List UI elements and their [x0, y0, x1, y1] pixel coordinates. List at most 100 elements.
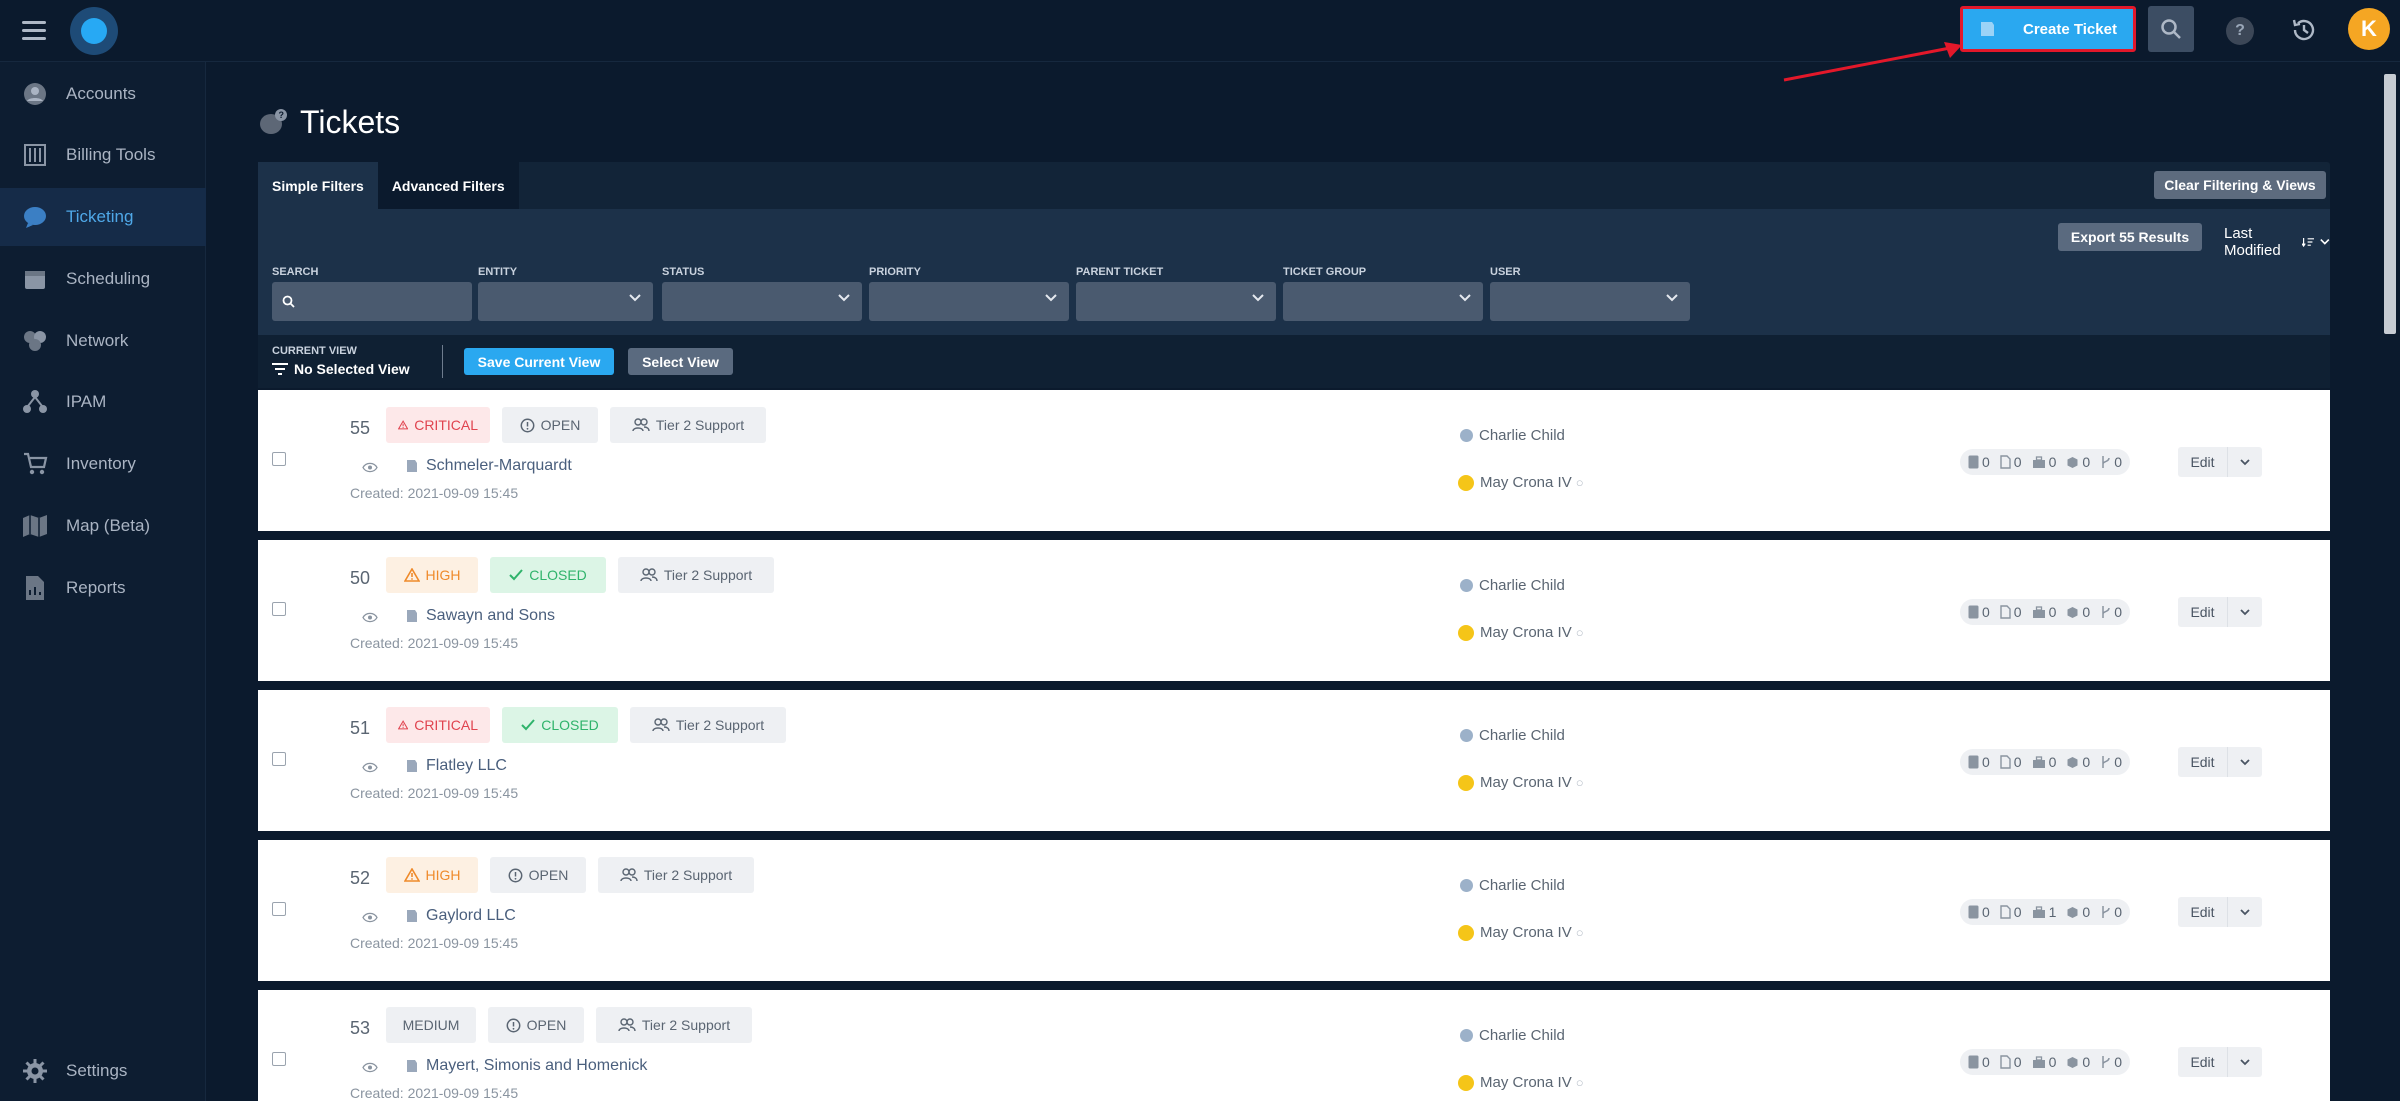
- accounts-icon: [22, 81, 48, 107]
- ticket-checkbox[interactable]: [272, 752, 286, 766]
- sidebar-item-ticketing[interactable]: Ticketing: [0, 188, 206, 246]
- eye-icon[interactable]: [362, 612, 378, 623]
- ticket-checkbox[interactable]: [272, 452, 286, 466]
- sidebar-item-billing-tools[interactable]: Billing Tools: [0, 126, 206, 184]
- assignee[interactable]: Charlie Child: [1460, 427, 1565, 444]
- edit-button[interactable]: Edit: [2178, 597, 2228, 627]
- create-ticket-button[interactable]: Create Ticket: [1960, 6, 2136, 52]
- edit-dropdown-toggle[interactable]: [2228, 447, 2262, 477]
- database-icon: [1968, 905, 1979, 919]
- ticket-row[interactable]: 53 MEDIUM OPEN Tier 2 Support Mayert, Simoni…: [258, 990, 2330, 1101]
- ticket-number[interactable]: 50: [350, 568, 370, 589]
- select-view-button[interactable]: Select View: [628, 348, 733, 375]
- sidebar-item-map-beta[interactable]: Map (Beta): [0, 497, 206, 555]
- assignee[interactable]: Charlie Child: [1460, 727, 1565, 744]
- requester[interactable]: May Crona IV ○: [1458, 924, 1584, 941]
- ticket-number[interactable]: 52: [350, 868, 370, 889]
- entity-link[interactable]: Sawayn and Sons: [404, 607, 555, 625]
- sidebar-item-label: Ticketing: [66, 207, 134, 226]
- status-badge: OPEN: [490, 857, 586, 893]
- count-item: 0: [1968, 454, 1990, 470]
- save-current-view-button[interactable]: Save Current View: [464, 348, 614, 375]
- ticket-checkbox[interactable]: [272, 1052, 286, 1066]
- assignee[interactable]: Charlie Child: [1460, 1027, 1565, 1044]
- assignee[interactable]: Charlie Child: [1460, 577, 1565, 594]
- assignee[interactable]: Charlie Child: [1460, 877, 1565, 894]
- ticket-row[interactable]: 55 CRITICAL OPEN Tier 2 Support Schmeler-Mar…: [258, 390, 2330, 531]
- ticket-checkbox[interactable]: [272, 902, 286, 916]
- users-icon: [652, 718, 670, 732]
- scrollbar-thumb[interactable]: [2384, 74, 2396, 334]
- sidebar: Accounts Billing Tools Ticketing Schedul…: [0, 62, 206, 1101]
- requester[interactable]: May Crona IV ○: [1458, 624, 1584, 641]
- export-results-button[interactable]: Export 55 Results: [2058, 223, 2202, 251]
- requester[interactable]: May Crona IV ○: [1458, 1074, 1584, 1091]
- status-ring-icon: ○: [1575, 775, 1584, 790]
- entity-icon: [407, 1060, 417, 1072]
- count-item: 0: [1968, 1054, 1990, 1070]
- current-view-value[interactable]: No Selected View: [272, 361, 410, 377]
- sidebar-item-settings[interactable]: Settings: [0, 1042, 206, 1100]
- user-dot-icon: [1458, 1074, 1474, 1091]
- sidebar-item-network[interactable]: Network: [0, 312, 206, 370]
- edit-dropdown-toggle[interactable]: [2228, 897, 2262, 927]
- clear-filtering-button[interactable]: Clear Filtering & Views: [2154, 171, 2326, 199]
- sidebar-item-scheduling[interactable]: Scheduling: [0, 250, 206, 308]
- database-icon: [1968, 455, 1979, 469]
- sidebar-item-reports[interactable]: Reports: [0, 559, 206, 617]
- sidebar-item-ipam[interactable]: IPAM: [0, 373, 206, 431]
- eye-icon[interactable]: [362, 762, 378, 773]
- entity-link[interactable]: Schmeler-Marquardt: [404, 457, 572, 475]
- filter-icon: [272, 363, 288, 375]
- sidebar-item-accounts[interactable]: Accounts: [0, 65, 206, 123]
- history-button[interactable]: [2287, 13, 2321, 47]
- entity-link[interactable]: Gaylord LLC: [404, 907, 516, 925]
- entity-link[interactable]: Mayert, Simonis and Homenick: [404, 1057, 647, 1075]
- ticket-group-select[interactable]: [1283, 282, 1483, 321]
- ticket-row[interactable]: 50 HIGH CLOSED Tier 2 Support Sawayn and Son…: [258, 540, 2330, 681]
- search-input[interactable]: [272, 282, 472, 321]
- sort-select[interactable]: Last Modified: [2224, 225, 2330, 259]
- help-button[interactable]: ?: [2226, 17, 2254, 45]
- sidebar-item-inventory[interactable]: Inventory: [0, 435, 206, 493]
- edit-button[interactable]: Edit: [2178, 897, 2228, 927]
- check-icon: [509, 569, 523, 581]
- entity-select[interactable]: [478, 282, 653, 321]
- edit-dropdown-toggle[interactable]: [2228, 597, 2262, 627]
- tab-simple-filters[interactable]: Simple Filters: [258, 162, 378, 209]
- eye-icon[interactable]: [362, 462, 378, 473]
- ticket-number[interactable]: 51: [350, 718, 370, 739]
- requester[interactable]: May Crona IV ○: [1458, 474, 1584, 491]
- eye-icon[interactable]: [362, 912, 378, 923]
- status-select[interactable]: [662, 282, 862, 321]
- entity-link[interactable]: Flatley LLC: [404, 757, 507, 775]
- eye-icon[interactable]: [362, 1062, 378, 1073]
- group-badge: Tier 2 Support: [596, 1007, 752, 1043]
- parent-ticket-select[interactable]: [1076, 282, 1276, 321]
- ticket-number[interactable]: 55: [350, 418, 370, 439]
- user-select[interactable]: [1490, 282, 1690, 321]
- priority-select[interactable]: [869, 282, 1069, 321]
- group-badge: Tier 2 Support: [618, 557, 774, 593]
- user-avatar[interactable]: K: [2348, 8, 2390, 50]
- ticket-row[interactable]: 51 CRITICAL CLOSED Tier 2 Support Flatley LL…: [258, 690, 2330, 831]
- app-logo[interactable]: [70, 7, 118, 55]
- ticket-row[interactable]: 52 HIGH OPEN Tier 2 Support Gaylord LLC Creat…: [258, 840, 2330, 981]
- briefcase-icon: [2032, 605, 2046, 619]
- edit-button[interactable]: Edit: [2178, 1047, 2228, 1077]
- edit-button[interactable]: Edit: [2178, 447, 2228, 477]
- edit-button[interactable]: Edit: [2178, 747, 2228, 777]
- requester-name: May Crona IV: [1480, 924, 1572, 941]
- ticket-group-filter: TICKET GROUP: [1283, 266, 1483, 321]
- global-search-button[interactable]: [2148, 6, 2194, 52]
- page-title: ? Tickets: [258, 104, 400, 141]
- edit-dropdown-toggle[interactable]: [2228, 747, 2262, 777]
- tab-advanced-filters[interactable]: Advanced Filters: [377, 162, 519, 209]
- hamburger-menu-icon[interactable]: [22, 21, 46, 41]
- assignee-name: Charlie Child: [1479, 727, 1565, 744]
- svg-text:?: ?: [279, 110, 285, 120]
- ticket-number[interactable]: 53: [350, 1018, 370, 1039]
- requester[interactable]: May Crona IV ○: [1458, 774, 1584, 791]
- edit-dropdown-toggle[interactable]: [2228, 1047, 2262, 1077]
- ticket-checkbox[interactable]: [272, 602, 286, 616]
